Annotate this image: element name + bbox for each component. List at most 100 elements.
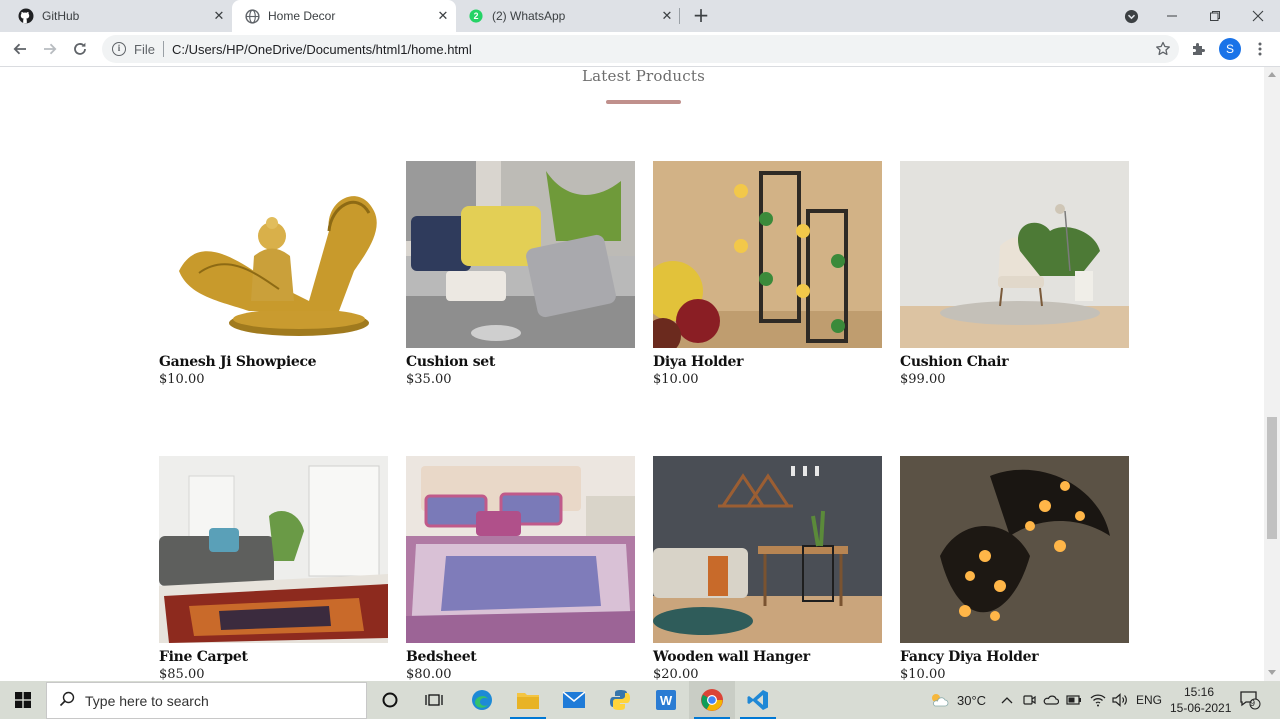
chrome-app[interactable] xyxy=(689,681,735,719)
product-image[interactable] xyxy=(653,456,882,643)
tab-title: Home Decor xyxy=(268,9,336,23)
svg-text:W: W xyxy=(660,693,673,708)
page-viewport: Latest Products Ganesh Ji Showpiece $10.… xyxy=(0,67,1264,681)
product-image[interactable] xyxy=(406,456,635,643)
writer-icon: W xyxy=(656,690,676,710)
puzzle-icon xyxy=(1193,43,1205,55)
tab-github[interactable]: GitHub ✕ xyxy=(0,0,232,32)
vscode-app[interactable] xyxy=(735,681,781,719)
page-scrollbar[interactable] xyxy=(1264,67,1280,681)
arrow-right-icon xyxy=(44,43,57,55)
product-card[interactable]: Diya Holder $10.00 xyxy=(653,161,882,387)
product-image[interactable] xyxy=(406,161,635,348)
battery-icon[interactable] xyxy=(1065,691,1083,709)
product-name[interactable]: Bedsheet xyxy=(406,649,635,665)
product-name[interactable]: Cushion Chair xyxy=(900,354,1129,370)
product-name[interactable]: Diya Holder xyxy=(653,354,882,370)
meet-now-icon[interactable] xyxy=(1020,691,1038,709)
edge-icon xyxy=(472,690,492,710)
chrome-icon xyxy=(701,689,723,711)
onedrive-icon[interactable] xyxy=(1042,691,1060,709)
product-card[interactable]: Wooden wall Hanger $20.00 xyxy=(653,456,882,681)
taskbar-search[interactable] xyxy=(46,682,367,719)
product-card[interactable]: Fine Carpet $85.00 xyxy=(159,456,388,681)
close-window-button[interactable] xyxy=(1238,0,1278,32)
back-button[interactable] xyxy=(8,37,32,61)
weather-icon[interactable] xyxy=(928,691,950,709)
product-name[interactable]: Ganesh Ji Showpiece xyxy=(159,354,388,370)
tab-separator xyxy=(679,8,680,24)
clock-time[interactable]: 15:16 xyxy=(1184,685,1214,699)
windows-taskbar: W 30°C ENG 15:16 15-06-2021 9 xyxy=(0,681,1280,719)
product-card[interactable]: Cushion set $35.00 xyxy=(406,161,635,387)
product-image[interactable] xyxy=(653,161,882,348)
product-card[interactable]: Ganesh Ji Showpiece $10.00 xyxy=(159,161,388,387)
clock-date[interactable]: 15-06-2021 xyxy=(1170,701,1231,715)
tab-strip: GitHub ✕ Home Decor ✕ 2 (2) WhatsApp ✕ + xyxy=(0,0,1280,32)
cortana-icon xyxy=(382,692,398,708)
python-app[interactable] xyxy=(597,681,643,719)
file-explorer-app[interactable] xyxy=(505,681,551,719)
weather-temperature[interactable]: 30°C xyxy=(957,693,986,708)
product-image[interactable] xyxy=(900,161,1129,348)
tab-home-decor[interactable]: Home Decor ✕ xyxy=(232,0,456,32)
task-view-icon xyxy=(425,694,443,706)
reload-button[interactable] xyxy=(68,37,92,61)
extensions-button[interactable] xyxy=(1187,37,1211,61)
profile-avatar[interactable]: S xyxy=(1219,38,1241,60)
address-divider xyxy=(162,41,164,57)
product-name[interactable]: Fancy Diya Holder xyxy=(900,649,1129,665)
tab-search-button[interactable] xyxy=(1111,0,1151,32)
bookmark-star-icon[interactable] xyxy=(1155,41,1171,61)
info-icon[interactable]: i xyxy=(112,42,126,56)
search-input[interactable] xyxy=(85,692,345,709)
whatsapp-icon: 2 xyxy=(468,8,484,24)
scroll-thumb[interactable] xyxy=(1267,417,1277,539)
cortana-button[interactable] xyxy=(367,681,413,719)
tab-whatsapp[interactable]: 2 (2) WhatsApp ✕ xyxy=(456,0,680,32)
vscode-icon xyxy=(747,690,768,710)
edge-app[interactable] xyxy=(459,681,505,719)
product-price: $35.00 xyxy=(406,372,452,387)
product-image[interactable] xyxy=(900,456,1129,643)
restore-button[interactable] xyxy=(1195,0,1235,32)
product-name[interactable]: Fine Carpet xyxy=(159,649,388,665)
task-view-button[interactable] xyxy=(411,681,457,719)
python-icon xyxy=(610,690,630,710)
browser-menu-button[interactable] xyxy=(1248,37,1272,61)
tab-title: (2) WhatsApp xyxy=(492,9,566,23)
close-icon[interactable]: ✕ xyxy=(436,9,450,23)
product-card[interactable]: Cushion Chair $99.00 xyxy=(900,161,1129,387)
scroll-down-arrow-icon[interactable] xyxy=(1268,670,1276,675)
address-bar[interactable]: i File C:/Users/HP/OneDrive/Documents/ht… xyxy=(102,35,1179,63)
product-image[interactable] xyxy=(159,456,388,643)
close-icon[interactable]: ✕ xyxy=(660,9,674,23)
forward-button[interactable] xyxy=(38,37,62,61)
volume-icon[interactable] xyxy=(1111,691,1129,709)
minimize-button[interactable] xyxy=(1152,0,1192,32)
scheme-label: File xyxy=(134,41,155,57)
mail-app[interactable] xyxy=(551,681,597,719)
restore-icon xyxy=(1210,11,1220,21)
product-card[interactable]: Fancy Diya Holder $10.00 xyxy=(900,456,1129,681)
product-price: $10.00 xyxy=(159,372,205,387)
product-name[interactable]: Cushion set xyxy=(406,354,635,370)
chevron-up-icon[interactable] xyxy=(998,691,1016,709)
url-text[interactable]: C:/Users/HP/OneDrive/Documents/html1/hom… xyxy=(172,42,472,57)
input-language[interactable]: ENG xyxy=(1136,693,1162,707)
title-underline xyxy=(606,100,681,104)
product-name[interactable]: Wooden wall Hanger xyxy=(653,649,882,665)
close-icon[interactable]: ✕ xyxy=(212,9,226,23)
browser-toolbar: i File C:/Users/HP/OneDrive/Documents/ht… xyxy=(0,32,1280,67)
start-button[interactable] xyxy=(0,681,46,719)
word-app[interactable]: W xyxy=(643,681,689,719)
product-card[interactable]: Bedsheet $80.00 xyxy=(406,456,635,681)
scroll-up-arrow-icon[interactable] xyxy=(1268,72,1276,77)
github-icon xyxy=(18,8,34,24)
wifi-icon[interactable] xyxy=(1089,691,1107,709)
product-price: $80.00 xyxy=(406,667,452,681)
notification-count: 9 xyxy=(1250,698,1256,708)
reload-icon xyxy=(74,42,86,55)
product-image[interactable] xyxy=(159,161,388,348)
new-tab-button[interactable]: + xyxy=(690,5,712,27)
